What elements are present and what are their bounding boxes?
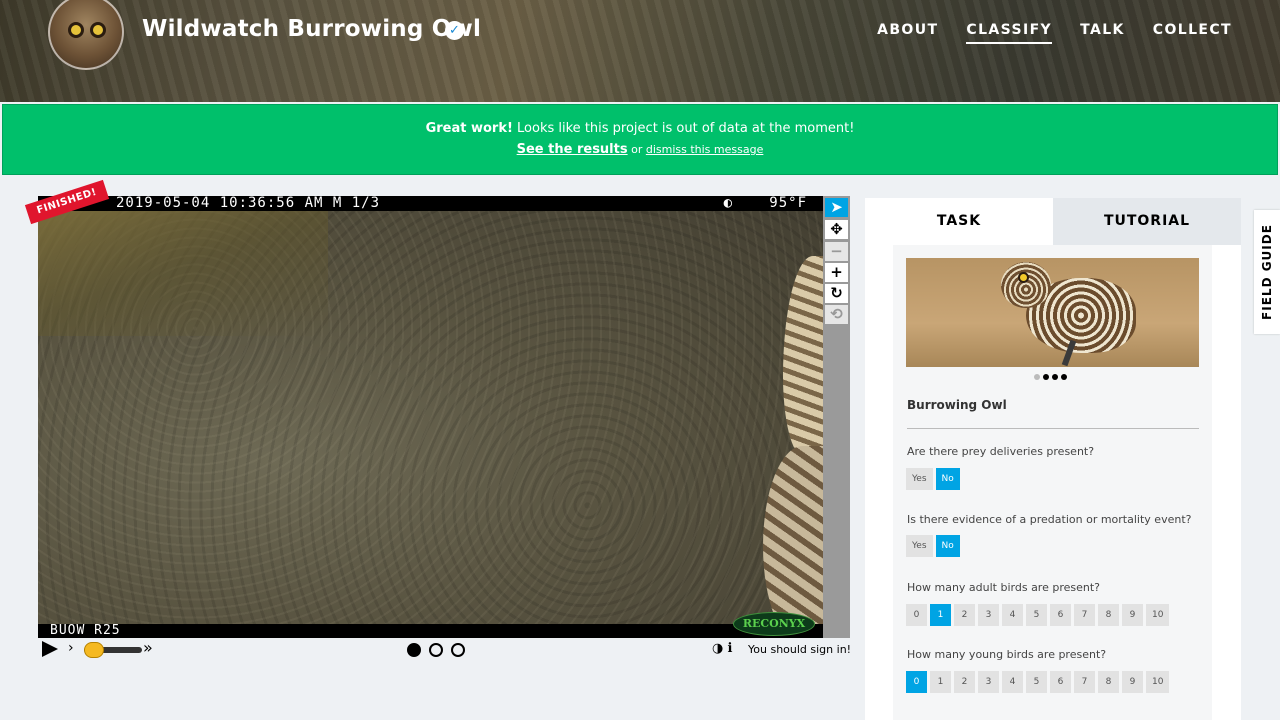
count-option[interactable]: 0 bbox=[906, 671, 927, 693]
project-avatar[interactable] bbox=[48, 0, 124, 70]
zoom-out-icon[interactable]: − bbox=[825, 242, 848, 261]
photo-carousel-dots bbox=[1034, 374, 1067, 380]
tab-tutorial[interactable]: TUTORIAL bbox=[1053, 198, 1241, 245]
count-option[interactable]: 2 bbox=[954, 604, 975, 626]
question-adults: How many adult birds are present? bbox=[907, 581, 1101, 594]
viewer-icons: ◑ ℹ bbox=[712, 641, 732, 656]
answers-young: 0 1 2 3 4 5 6 7 8 9 10 bbox=[906, 671, 1170, 693]
frame-dot-2[interactable] bbox=[429, 643, 443, 657]
count-option[interactable]: 10 bbox=[1146, 671, 1170, 693]
banner-strong: Great work! bbox=[425, 121, 513, 136]
answer-no[interactable]: No bbox=[935, 468, 960, 490]
banner-or: or bbox=[627, 143, 646, 156]
carousel-dot[interactable] bbox=[1034, 374, 1040, 380]
nav-talk[interactable]: TALK bbox=[1080, 22, 1125, 44]
count-option[interactable]: 1 bbox=[930, 671, 951, 693]
count-option[interactable]: 0 bbox=[906, 604, 927, 626]
play-icon[interactable] bbox=[42, 641, 58, 657]
frame-dot-3[interactable] bbox=[451, 643, 465, 657]
owl-head bbox=[1001, 262, 1051, 308]
answer-yes[interactable]: Yes bbox=[906, 535, 933, 557]
dismiss-message-link[interactable]: dismiss this message bbox=[646, 143, 764, 156]
count-option[interactable]: 4 bbox=[1002, 671, 1023, 693]
project-nav: ABOUT CLASSIFY TALK COLLECT bbox=[877, 22, 1232, 44]
answers-predation: Yes No bbox=[906, 535, 960, 557]
reconyx-logo: RECONYX bbox=[733, 612, 815, 636]
carousel-dot[interactable] bbox=[1061, 374, 1067, 380]
count-option[interactable]: 1 bbox=[930, 604, 951, 626]
slow-down-icon[interactable]: › bbox=[68, 640, 74, 656]
temperature-text: 95°F bbox=[769, 195, 807, 211]
count-option[interactable]: 6 bbox=[1050, 671, 1071, 693]
owl-eye bbox=[68, 22, 84, 38]
task-tabs: TASK TUTORIAL bbox=[865, 198, 1241, 245]
owl-eye bbox=[90, 22, 106, 38]
invert-icon[interactable]: ◑ bbox=[712, 641, 723, 656]
banner-text: Looks like this project is out of data a… bbox=[512, 121, 855, 136]
divider bbox=[907, 428, 1199, 429]
grass-area bbox=[38, 196, 328, 336]
banner-links: See the results or dismiss this message bbox=[3, 142, 1277, 157]
count-option[interactable]: 3 bbox=[978, 604, 999, 626]
answers-prey: Yes No bbox=[906, 468, 960, 490]
verified-icon: ✓ bbox=[445, 21, 464, 40]
nav-classify[interactable]: CLASSIFY bbox=[966, 22, 1053, 44]
question-young: How many young birds are present? bbox=[907, 648, 1107, 661]
count-option[interactable]: 9 bbox=[1122, 671, 1143, 693]
image-toolbar: ➤ ✥ − + ↻ ⟲ bbox=[823, 196, 850, 638]
carousel-dot[interactable] bbox=[1043, 374, 1049, 380]
answers-adults: 0 1 2 3 4 5 6 7 8 9 10 bbox=[906, 604, 1170, 626]
out-of-data-banner: Great work! Looks like this project is o… bbox=[2, 104, 1278, 175]
timestamp-text: 2019-05-04 10:36:56 AM M 1/3 bbox=[116, 195, 381, 211]
moon-phase-icon: ◐ bbox=[723, 195, 733, 211]
pointer-icon[interactable]: ➤ bbox=[825, 198, 848, 217]
question-predation: Is there evidence of a predation or mort… bbox=[907, 513, 1192, 526]
zoom-in-icon[interactable]: + bbox=[825, 263, 848, 282]
project-header: Wildwatch Burrowing Owl ✓ ABOUT CLASSIFY… bbox=[0, 0, 1280, 102]
banner-message: Great work! Looks like this project is o… bbox=[3, 121, 1277, 136]
count-option[interactable]: 5 bbox=[1026, 671, 1047, 693]
count-option[interactable]: 5 bbox=[1026, 604, 1047, 626]
count-option[interactable]: 3 bbox=[978, 671, 999, 693]
count-option[interactable]: 2 bbox=[954, 671, 975, 693]
speed-slider-handle[interactable] bbox=[84, 642, 104, 658]
field-guide-button[interactable]: FIELD GUIDE bbox=[1254, 210, 1280, 334]
nav-collect[interactable]: COLLECT bbox=[1153, 22, 1232, 44]
count-option[interactable]: 7 bbox=[1074, 604, 1095, 626]
camera-id: BUOW R25 bbox=[38, 624, 823, 638]
species-photo bbox=[906, 258, 1199, 367]
field-guide-label: FIELD GUIDE bbox=[1260, 224, 1274, 320]
project-title[interactable]: Wildwatch Burrowing Owl bbox=[142, 16, 481, 42]
owl-eye bbox=[1018, 272, 1029, 283]
move-icon[interactable]: ✥ bbox=[825, 220, 848, 239]
sign-in-prompt[interactable]: You should sign in! bbox=[748, 643, 851, 656]
nav-about[interactable]: ABOUT bbox=[877, 22, 938, 44]
count-option[interactable]: 7 bbox=[1074, 671, 1095, 693]
see-results-link[interactable]: See the results bbox=[517, 142, 628, 157]
carousel-dot[interactable] bbox=[1052, 374, 1058, 380]
count-option[interactable]: 4 bbox=[1002, 604, 1023, 626]
species-name: Burrowing Owl bbox=[907, 398, 1007, 412]
count-option[interactable]: 9 bbox=[1122, 604, 1143, 626]
info-icon[interactable]: ℹ bbox=[727, 641, 732, 656]
speed-up-icon[interactable]: » bbox=[143, 638, 153, 657]
camera-timestamp: 2019-05-04 10:36:56 AM M 1/3 ◐ 95°F bbox=[38, 196, 823, 211]
subject-image[interactable] bbox=[38, 196, 823, 638]
question-prey: Are there prey deliveries present? bbox=[907, 445, 1095, 458]
count-option[interactable]: 8 bbox=[1098, 604, 1119, 626]
reset-icon[interactable]: ⟲ bbox=[825, 305, 848, 324]
rotate-icon[interactable]: ↻ bbox=[825, 284, 848, 303]
answer-yes[interactable]: Yes bbox=[906, 468, 933, 490]
count-option[interactable]: 6 bbox=[1050, 604, 1071, 626]
count-option[interactable]: 8 bbox=[1098, 671, 1119, 693]
frame-dot-1[interactable] bbox=[407, 643, 421, 657]
count-option[interactable]: 10 bbox=[1146, 604, 1170, 626]
answer-no[interactable]: No bbox=[935, 535, 960, 557]
tab-task[interactable]: TASK bbox=[865, 198, 1053, 245]
